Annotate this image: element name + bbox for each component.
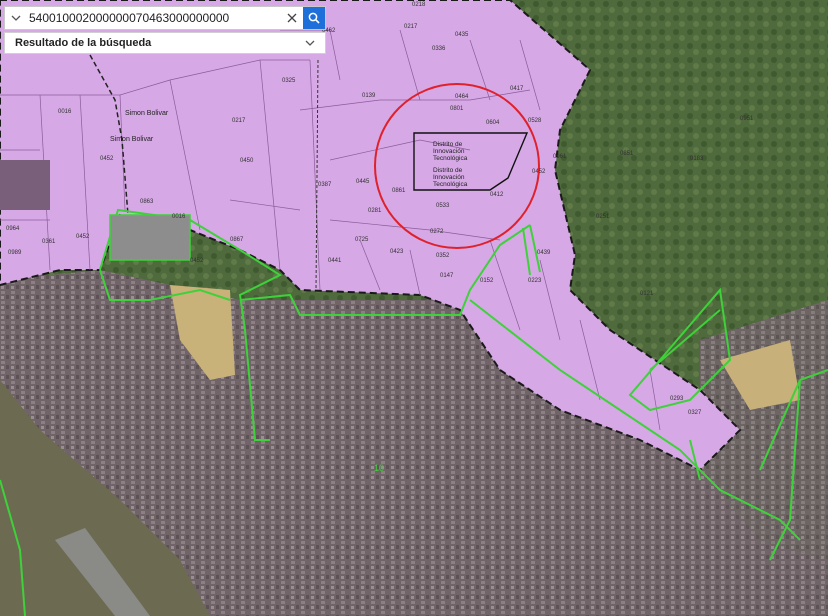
parcel-label: 0439	[537, 250, 551, 256]
zone-number-label: 10	[374, 463, 384, 473]
chevron-down-icon	[305, 40, 315, 46]
parcel-label: 0121	[640, 291, 654, 297]
parcel-label: 0863	[140, 199, 154, 205]
parcel-label: 0412	[490, 192, 504, 198]
parcel-label: 0725	[355, 237, 369, 243]
search-results-label: Resultado de la búsqueda	[15, 37, 152, 49]
parcel-label: 0452	[532, 169, 546, 175]
place-label-simon-bolivar-2: Simon Bolivar	[110, 136, 154, 143]
parcel-label: 0387	[318, 182, 332, 188]
parcel-label: 0016	[172, 214, 186, 220]
parcel-label: 0452	[100, 156, 114, 162]
district-label-1: Distrito de Innovación Tecnológica	[433, 141, 468, 162]
parcel-label: 0867	[230, 237, 244, 243]
chevron-down-icon	[11, 15, 21, 21]
parcel-label: 0217	[404, 24, 418, 30]
parcel-label: 0452	[76, 234, 90, 240]
parcel-label: 0183	[690, 156, 704, 162]
search-bar	[4, 6, 326, 30]
parcel-label: 0989	[8, 250, 22, 256]
parcel-label: 0016	[58, 109, 72, 115]
map-canvas[interactable]: Simon Bolivar Simon Bolivar Distrito de …	[0, 0, 828, 616]
parcel-label: 0218	[412, 2, 426, 8]
search-input[interactable]	[27, 8, 281, 28]
parcel-label: 0293	[670, 396, 684, 402]
parcel-label: 0452	[190, 258, 204, 264]
parcel-label: 0336	[432, 46, 446, 52]
parcel-label: 0281	[368, 208, 382, 214]
parcel-label: 0464	[455, 94, 469, 100]
search-dropdown-toggle[interactable]	[5, 7, 27, 29]
parcel-label: 0325	[282, 78, 296, 84]
district-label-2: Distrito de Innovación Tecnológica	[433, 167, 468, 188]
search-icon	[308, 12, 320, 24]
parcel-label: 0951	[740, 116, 754, 122]
parcel-label: 0223	[528, 278, 542, 284]
building-block	[109, 214, 191, 261]
parcel-label: 0272	[430, 229, 444, 235]
parcel-label: 0851	[620, 151, 634, 157]
parcel-label: 0327	[688, 410, 702, 416]
parcel-label: 0423	[390, 249, 404, 255]
parcel-label: 0964	[6, 226, 20, 232]
parcel-label: 0961	[553, 154, 567, 160]
close-icon	[287, 13, 297, 23]
parcel-label: 0445	[356, 179, 370, 185]
parcel-label: 0139	[362, 93, 376, 99]
parcel-label: 0435	[455, 32, 469, 38]
parcel-label: 0217	[232, 118, 246, 124]
search-results-panel[interactable]: Resultado de la búsqueda	[4, 32, 326, 54]
parcel-label: 0251	[596, 214, 610, 220]
parcel-label: 0861	[392, 188, 406, 194]
parcel-label: 0604	[486, 120, 500, 126]
clear-search-button[interactable]	[281, 7, 303, 29]
parcel-label: 0801	[450, 106, 464, 112]
parcel-label: 0361	[42, 239, 56, 245]
parcel-label: 0352	[436, 253, 450, 259]
parcel-label: 0441	[328, 258, 342, 264]
parcel-label: 0528	[528, 118, 542, 124]
parcel-label: 0417	[510, 86, 524, 92]
parcel-label: 0152	[480, 278, 494, 284]
search-button[interactable]	[303, 7, 325, 29]
parcel-label: 0533	[436, 203, 450, 209]
solar-farm	[0, 160, 50, 210]
parcel-label: 0147	[440, 273, 454, 279]
results-expand-toggle[interactable]	[305, 38, 315, 48]
parcel-label: 0450	[240, 158, 254, 164]
place-label-simon-bolivar-1: Simon Bolivar	[125, 110, 169, 117]
